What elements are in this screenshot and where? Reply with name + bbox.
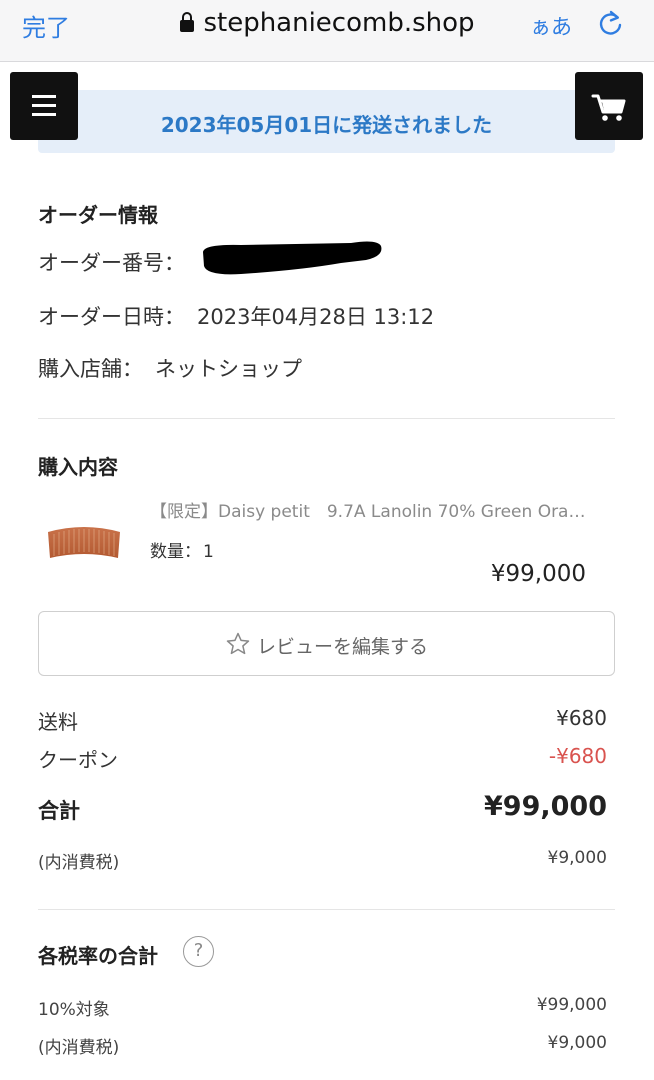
edit-review-label: レビューを編集する	[256, 636, 428, 658]
edit-review-content: レビューを編集する	[39, 631, 614, 659]
star-outline-icon	[226, 632, 250, 655]
coupon-label: クーポン	[38, 748, 118, 772]
tax-rates-heading: 各税率の合計	[38, 944, 158, 968]
url-text: stephaniecomb.shop	[203, 8, 475, 38]
quantity-value: 1	[203, 542, 214, 562]
store-value: ネットショップ	[155, 357, 302, 381]
tax-rate-value: ¥99,000	[536, 995, 607, 1015]
total-label: 合計	[38, 799, 80, 823]
order-number-row: オーダー番号：	[38, 247, 185, 277]
divider	[38, 418, 615, 419]
divider	[38, 909, 615, 910]
help-circle-icon[interactable]: ?	[183, 936, 214, 967]
order-info-heading: オーダー情報	[38, 203, 158, 227]
purchase-heading: 購入内容	[38, 455, 118, 479]
shipping-label: 送料	[38, 710, 78, 734]
store-row: 購入店舗： ネットショップ	[38, 353, 302, 383]
store-label: 購入店舗：	[38, 357, 143, 381]
tax-label: (内消費税)	[38, 853, 120, 873]
coupon-value: -¥680	[548, 744, 607, 768]
total-row: 合計 ¥99,000	[38, 791, 607, 825]
shipped-status-banner: 2023年05月01日に発送されました	[38, 90, 615, 153]
reload-icon[interactable]	[597, 10, 625, 38]
order-number-label: オーダー番号：	[38, 251, 185, 275]
product-quantity: 数量： 1	[150, 537, 214, 562]
order-date-value: 2023年04月28日 13:12	[197, 305, 435, 329]
total-value: ¥99,000	[484, 791, 607, 822]
tax-rate-row: 10%対象 ¥99,000	[38, 995, 607, 1025]
tax-rate-tax-row: (内消費税) ¥9,000	[38, 1033, 607, 1063]
browser-toolbar: 完了 stephaniecomb.shop ぁあ	[0, 0, 654, 62]
product-name[interactable]: 【限定】Daisy petit 9.7A Lanolin 70% Green O…	[150, 497, 590, 522]
product-price: ¥99,000	[490, 561, 586, 587]
edit-review-button[interactable]: レビューを編集する	[38, 611, 615, 676]
menu-button[interactable]	[10, 72, 78, 140]
tax-value: ¥9,000	[547, 848, 607, 868]
cart-icon	[591, 94, 626, 121]
lock-icon	[179, 12, 195, 32]
order-date-label: オーダー日時：	[38, 305, 185, 329]
shipping-row: 送料 ¥680	[38, 706, 607, 736]
tax-row: (内消費税) ¥9,000	[38, 848, 607, 878]
shipped-status-text: 2023年05月01日に発送されました	[160, 113, 493, 137]
tax-rate-label: 10%対象	[38, 1000, 110, 1020]
order-date-row: オーダー日時： 2023年04月28日 13:12	[38, 301, 434, 331]
cart-button[interactable]	[575, 72, 643, 140]
coupon-row: クーポン -¥680	[38, 744, 607, 774]
shipping-value: ¥680	[556, 706, 607, 730]
text-size-button[interactable]: ぁあ	[530, 11, 572, 41]
tax-rate-tax-label: (内消費税)	[38, 1038, 120, 1058]
product-image[interactable]	[44, 520, 124, 564]
redacted-order-number	[203, 241, 382, 275]
quantity-label: 数量：	[150, 542, 201, 562]
tax-rate-tax-value: ¥9,000	[547, 1033, 607, 1053]
